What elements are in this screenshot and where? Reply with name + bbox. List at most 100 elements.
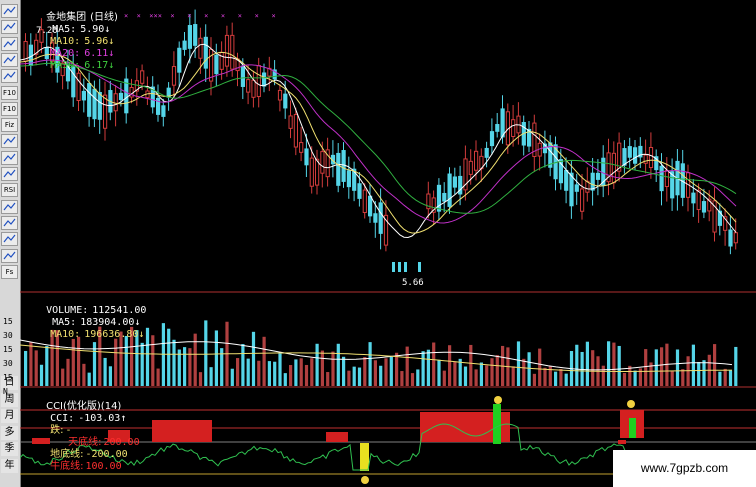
bull-label: 牛底线: (50, 461, 84, 472)
volume-bar (728, 370, 733, 386)
volume-bar (479, 362, 483, 386)
volume-value: 112541.00 (92, 305, 147, 316)
volume-bar (183, 347, 187, 386)
volume-bar (532, 373, 536, 386)
candle-body (315, 158, 320, 186)
volume-bar (405, 346, 409, 386)
candle-body (97, 91, 102, 120)
volume-bar (87, 372, 91, 386)
candle-body (643, 154, 648, 164)
volume-bar (241, 344, 245, 386)
candle-body (304, 148, 309, 166)
cci-header: CCI(优化版)(14) CCI: -103.03↑ 跌: - 天底线: 200.00… (22, 389, 140, 472)
candle-body (246, 79, 251, 93)
volume-bar (204, 320, 208, 386)
period-button[interactable]: 月 (1, 409, 18, 423)
line-icon[interactable] (1, 4, 18, 18)
volume-bar (585, 341, 589, 386)
volume-bar (262, 336, 266, 386)
candle-body (633, 147, 638, 164)
volume-bar (326, 372, 330, 386)
volume-bar (273, 361, 277, 386)
candle-body (659, 165, 664, 192)
ma20-label: MA20: (50, 48, 81, 59)
volume-bar (607, 341, 611, 386)
candle-body (124, 78, 129, 114)
volume-bar (622, 373, 627, 386)
volume-bar (310, 358, 314, 386)
candle-body (92, 88, 97, 120)
fiz-icon[interactable]: Fiz (1, 118, 18, 133)
volume-bar (395, 352, 399, 386)
edit-icon[interactable] (1, 248, 18, 263)
watermark: www.7gpzb.com (613, 450, 756, 487)
volume-bar (177, 349, 181, 386)
sky-label: 天底线: (68, 437, 102, 448)
volume-bar (230, 368, 234, 386)
volume-bar (236, 358, 240, 386)
candle-body (569, 172, 574, 207)
volume-bar (633, 370, 637, 386)
chart-area: 金地集团 (日线) MA5: 5.90↓ MA10: 5.96↓ MA20: 6.11↓… (20, 0, 756, 487)
candle-body (590, 172, 595, 191)
fs-icon[interactable]: Fs (1, 264, 18, 279)
signal-face-icon (627, 400, 635, 408)
grid-icon[interactable] (1, 167, 18, 181)
rsi-icon[interactable]: RSI (1, 183, 18, 198)
period-button[interactable]: 年 (1, 458, 18, 473)
volume-bar (490, 358, 494, 386)
f10-icon[interactable]: F10 (1, 101, 18, 116)
candle-body (580, 188, 585, 212)
volume-bar (278, 353, 282, 386)
candle-body (256, 65, 261, 98)
volume-bar (39, 364, 44, 386)
volume-bar (416, 369, 420, 386)
volume-bar (214, 330, 218, 386)
candle-body (161, 105, 166, 117)
volume-bar (289, 365, 293, 386)
ma5-line (20, 43, 737, 239)
candle-body (230, 34, 235, 70)
candle-body (198, 37, 203, 59)
chart-icon[interactable] (1, 69, 18, 84)
volume-bar (437, 359, 441, 386)
volume-bar (251, 331, 256, 386)
candle-body (611, 152, 616, 184)
volume-bar (373, 360, 377, 386)
candle-body (733, 232, 738, 244)
period-button[interactable]: 季 (1, 442, 18, 456)
volume-bar (591, 350, 595, 386)
cci-signal-bar (629, 418, 636, 438)
candle-body (691, 192, 696, 204)
kline-icon[interactable] (1, 20, 18, 35)
cci-overbought-block (618, 440, 626, 444)
cci-overbought-block (152, 420, 212, 442)
volume-bar (702, 360, 706, 386)
circle-icon[interactable] (1, 150, 18, 165)
cross-icon[interactable] (1, 199, 18, 214)
fib-icon[interactable]: F10 (1, 85, 18, 100)
candle-body (283, 93, 288, 109)
arrow-icon[interactable] (1, 232, 18, 247)
volume-bar (283, 373, 287, 386)
ang-icon[interactable] (1, 134, 18, 149)
volume-bar (538, 348, 542, 386)
bar-icon[interactable] (1, 36, 18, 51)
candle-body (251, 79, 256, 98)
volume-bar (66, 358, 70, 386)
volume-bar (315, 343, 319, 386)
chart-icon[interactable] (1, 52, 18, 67)
volume-bar (495, 355, 499, 386)
volume-bar (575, 344, 579, 386)
move-icon[interactable] (1, 215, 18, 230)
volume-bar (114, 338, 118, 386)
period-button[interactable]: 多 (1, 425, 18, 440)
ground-label: 地底线: (50, 449, 84, 460)
volume-bar (198, 372, 203, 386)
candle-body (81, 90, 86, 101)
candle-body (728, 229, 733, 247)
volume-bar (522, 358, 526, 386)
volume-bar (723, 368, 727, 386)
volume-bar (681, 369, 685, 386)
volume-axis-label: 15 (3, 317, 13, 326)
